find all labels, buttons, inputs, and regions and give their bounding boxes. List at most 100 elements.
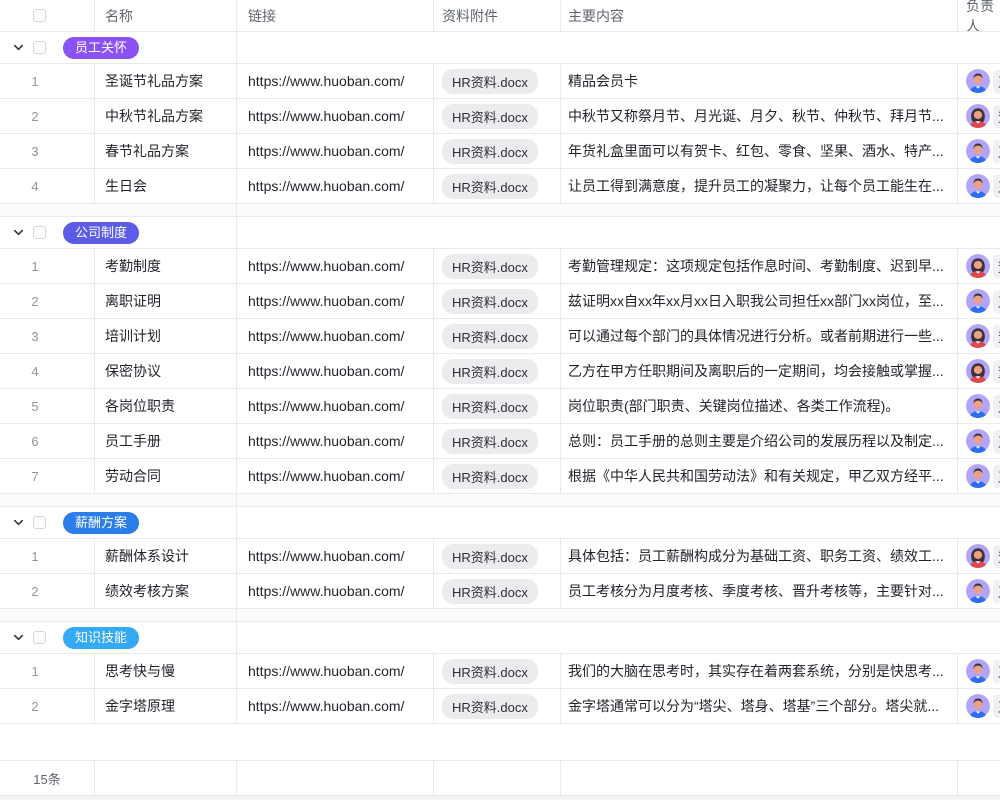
attachment-chip[interactable]: HR资料.docx xyxy=(442,174,538,199)
attachment-cell: HR资料.docx xyxy=(434,459,561,493)
record-link[interactable]: https://www.huoban.com/ xyxy=(248,663,404,679)
group-checkbox[interactable] xyxy=(33,41,46,54)
record-link[interactable]: https://www.huoban.com/ xyxy=(248,548,404,564)
content-cell[interactable]: 考勤管理规定：这项规定包括作息时间、考勤制度、迟到早... xyxy=(561,249,958,283)
group-checkbox[interactable] xyxy=(33,631,46,644)
owner-tag[interactable]: 王 xyxy=(966,659,1000,683)
column-header-owner[interactable]: 负责人 xyxy=(958,0,1000,31)
name-cell[interactable]: 员工手册 xyxy=(95,424,237,458)
name-cell[interactable]: 中秋节礼品方案 xyxy=(95,99,237,133)
owner-tag[interactable]: 王 xyxy=(966,579,1000,603)
attachment-chip[interactable]: HR资料.docx xyxy=(442,579,538,604)
content-cell[interactable]: 乙方在甲方任职期间及离职后的一定期间，均会接触或掌握... xyxy=(561,354,958,388)
content-cell[interactable]: 总则：员工手册的总则主要是介绍公司的发展历程以及制定... xyxy=(561,424,958,458)
attachment-chip[interactable]: HR资料.docx xyxy=(442,139,538,164)
content-cell[interactable]: 精品会员卡 xyxy=(561,64,958,98)
attachment-chip[interactable]: HR资料.docx xyxy=(442,104,538,129)
attachment-chip[interactable]: HR资料.docx xyxy=(442,659,538,684)
record-link[interactable]: https://www.huoban.com/ xyxy=(248,363,404,379)
content-cell[interactable]: 根据《中华人民共和国劳动法》和有关规定，甲乙双方经平... xyxy=(561,459,958,493)
owner-tag[interactable]: 王 xyxy=(966,394,1000,418)
column-header-name[interactable]: 名称 xyxy=(95,0,237,31)
content-cell[interactable]: 我们的大脑在思考时，其实存在着两套系统，分别是快思考... xyxy=(561,654,958,688)
record-content: 可以通过每个部门的具体情况进行分析。或者前期进行一些... xyxy=(568,326,944,346)
record-link[interactable]: https://www.huoban.com/ xyxy=(248,328,404,344)
record-link[interactable]: https://www.huoban.com/ xyxy=(248,583,404,599)
attachment-chip[interactable]: HR资料.docx xyxy=(442,694,538,719)
group-checkbox[interactable] xyxy=(33,226,46,239)
name-cell[interactable]: 薪酬体系设计 xyxy=(95,539,237,573)
record-link[interactable]: https://www.huoban.com/ xyxy=(248,398,404,414)
owner-tag[interactable]: 董 xyxy=(966,254,1000,278)
column-header-attachment[interactable]: 资料附件 xyxy=(434,0,561,31)
owner-tag[interactable]: 王 xyxy=(966,174,1000,198)
content-cell[interactable]: 让员工得到满意度，提升员工的凝聚力，让每个员工能生在... xyxy=(561,169,958,203)
group-checkbox[interactable] xyxy=(33,516,46,529)
attachment-cell: HR资料.docx xyxy=(434,389,561,423)
chevron-down-icon[interactable] xyxy=(12,516,25,529)
attachment-chip[interactable]: HR资料.docx xyxy=(442,359,538,384)
owner-tag[interactable]: 董 xyxy=(966,104,1000,128)
chevron-down-icon[interactable] xyxy=(12,631,25,644)
column-header-link[interactable]: 链接 xyxy=(237,0,434,31)
name-cell[interactable]: 各岗位职责 xyxy=(95,389,237,423)
chevron-down-icon[interactable] xyxy=(12,226,25,239)
content-cell[interactable]: 年货礼盒里面可以有贺卡、红包、零食、坚果、酒水、特产... xyxy=(561,134,958,168)
content-cell[interactable]: 金字塔通常可以分为“塔尖、塔身、塔基”三个部分。塔尖就... xyxy=(561,689,958,723)
chevron-down-icon[interactable] xyxy=(12,41,25,54)
name-cell[interactable]: 圣诞节礼品方案 xyxy=(95,64,237,98)
name-cell[interactable]: 离职证明 xyxy=(95,284,237,318)
content-cell[interactable]: 岗位职责(部门职责、关键岗位描述、各类工作流程)。 xyxy=(561,389,958,423)
owner-tag[interactable]: 王 xyxy=(966,139,1000,163)
row-index: 5 xyxy=(0,399,70,414)
attachment-chip[interactable]: HR资料.docx xyxy=(442,254,538,279)
record-link[interactable]: https://www.huoban.com/ xyxy=(248,293,404,309)
link-cell: https://www.huoban.com/ xyxy=(237,389,434,423)
attachment-chip[interactable]: HR资料.docx xyxy=(442,69,538,94)
name-cell[interactable]: 思考快与慢 xyxy=(95,654,237,688)
record-link[interactable]: https://www.huoban.com/ xyxy=(248,433,404,449)
content-cell[interactable]: 可以通过每个部门的具体情况进行分析。或者前期进行一些... xyxy=(561,319,958,353)
group-header-row: 薪酬方案 xyxy=(0,507,1000,539)
record-link[interactable]: https://www.huoban.com/ xyxy=(248,108,404,124)
column-header-content[interactable]: 主要内容 xyxy=(561,0,958,31)
owner-tag[interactable]: 董 xyxy=(966,359,1000,383)
attachment-chip[interactable]: HR资料.docx xyxy=(442,324,538,349)
row-index-cell: 1 xyxy=(0,539,95,573)
record-link[interactable]: https://www.huoban.com/ xyxy=(248,468,404,484)
attachment-chip[interactable]: HR资料.docx xyxy=(442,394,538,419)
attachment-chip[interactable]: HR资料.docx xyxy=(442,289,538,314)
name-cell[interactable]: 春节礼品方案 xyxy=(95,134,237,168)
owner-tag[interactable]: 王 xyxy=(966,694,1000,718)
owner-tag[interactable]: 王 xyxy=(966,69,1000,93)
owner-tag[interactable]: 王 xyxy=(966,464,1000,488)
record-name: 保密协议 xyxy=(105,361,161,381)
record-link[interactable]: https://www.huoban.com/ xyxy=(248,178,404,194)
owner-name: 王 xyxy=(993,465,1000,488)
content-cell[interactable]: 中秋节又称祭月节、月光诞、月夕、秋节、仲秋节、拜月节... xyxy=(561,99,958,133)
name-cell[interactable]: 培训计划 xyxy=(95,319,237,353)
record-link[interactable]: https://www.huoban.com/ xyxy=(248,143,404,159)
owner-tag[interactable]: 董 xyxy=(966,544,1000,568)
record-link[interactable]: https://www.huoban.com/ xyxy=(248,73,404,89)
content-cell[interactable]: 兹证明xx自xx年xx月xx日入职我公司担任xx部门xx岗位，至... xyxy=(561,284,958,318)
name-cell[interactable]: 劳动合同 xyxy=(95,459,237,493)
content-cell[interactable]: 具体包括：员工薪酬构成分为基础工资、职务工资、绩效工... xyxy=(561,539,958,573)
attachment-chip[interactable]: HR资料.docx xyxy=(442,544,538,569)
name-cell[interactable]: 考勤制度 xyxy=(95,249,237,283)
record-link[interactable]: https://www.huoban.com/ xyxy=(248,698,404,714)
content-cell[interactable]: 员工考核分为月度考核、季度考核、晋升考核等，主要针对... xyxy=(561,574,958,608)
row-index-cell: 1 xyxy=(0,64,95,98)
owner-tag[interactable]: 董 xyxy=(966,324,1000,348)
select-all-checkbox[interactable] xyxy=(33,9,46,22)
name-cell[interactable]: 保密协议 xyxy=(95,354,237,388)
owner-tag[interactable]: 王 xyxy=(966,289,1000,313)
attachment-chip[interactable]: HR资料.docx xyxy=(442,429,538,454)
name-cell[interactable]: 绩效考核方案 xyxy=(95,574,237,608)
name-cell[interactable]: 生日会 xyxy=(95,169,237,203)
attachment-chip[interactable]: HR资料.docx xyxy=(442,464,538,489)
user-avatar-male-icon xyxy=(966,464,990,488)
name-cell[interactable]: 金字塔原理 xyxy=(95,689,237,723)
owner-tag[interactable]: 王 xyxy=(966,429,1000,453)
record-link[interactable]: https://www.huoban.com/ xyxy=(248,258,404,274)
